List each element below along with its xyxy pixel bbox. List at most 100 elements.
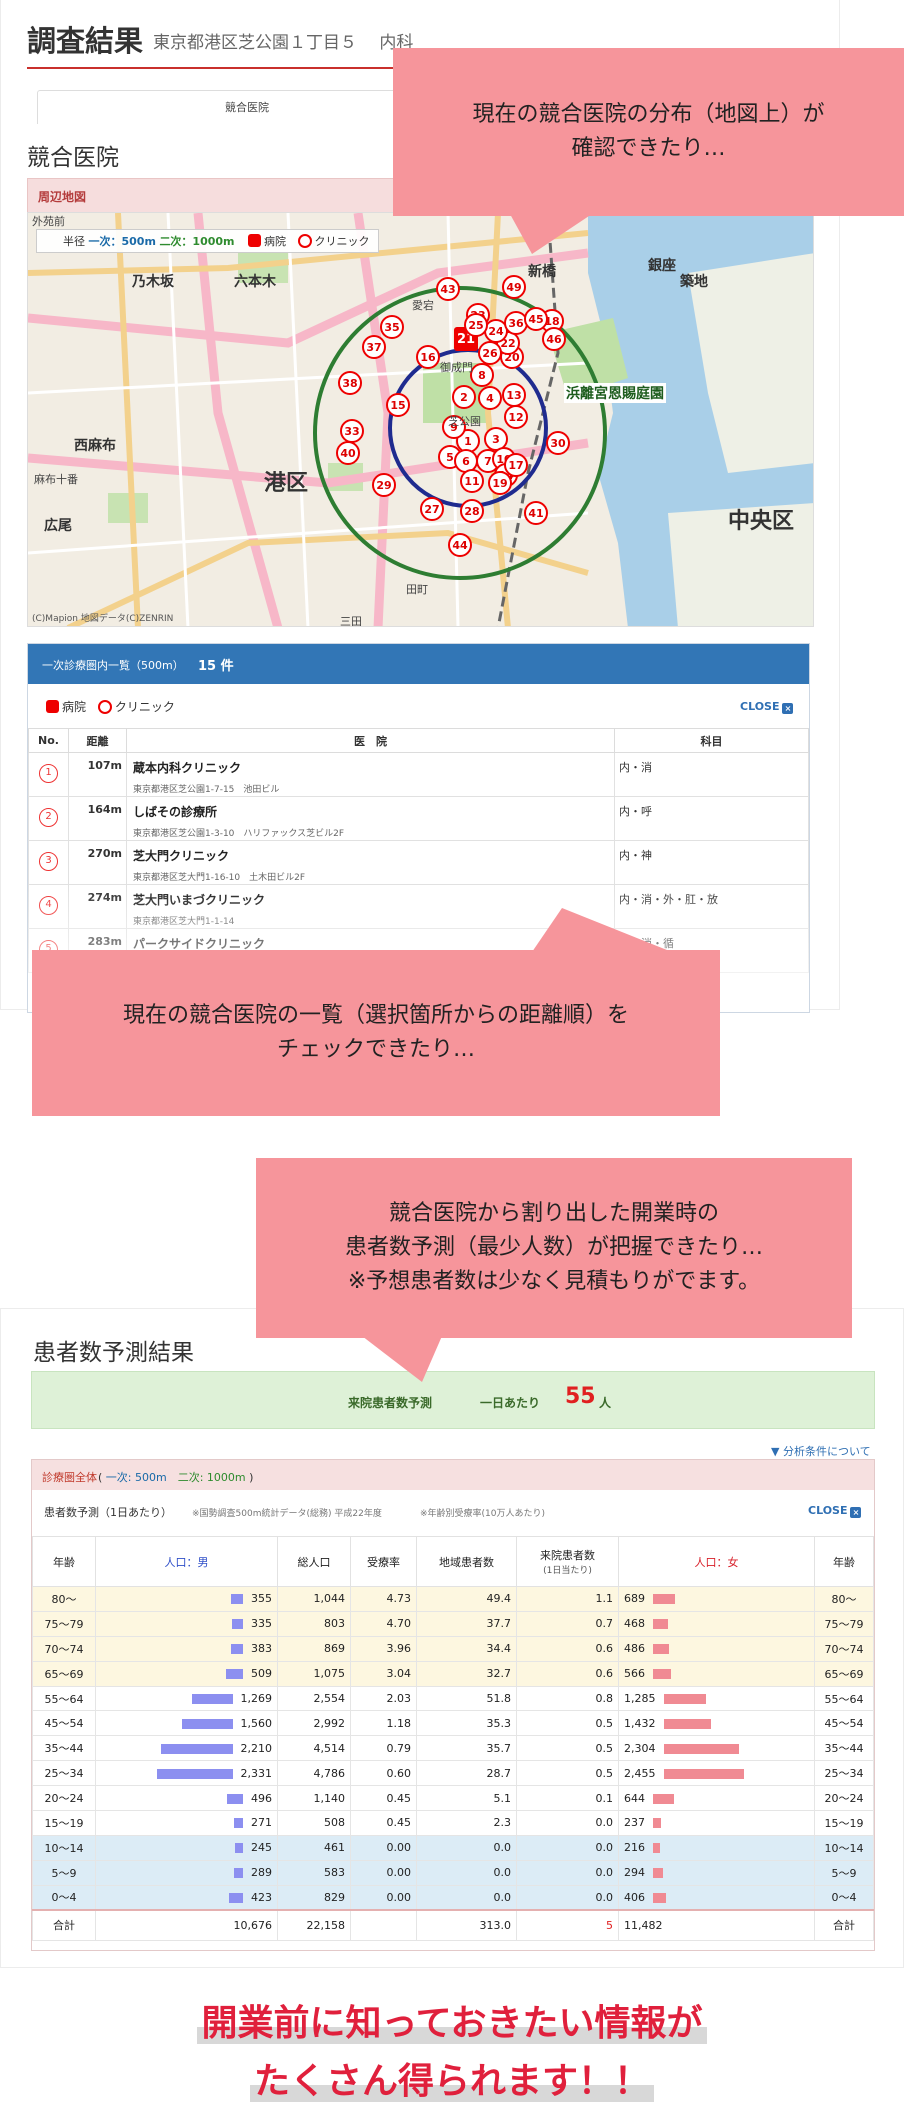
clinic-marker-45[interactable]: 45 <box>524 307 548 331</box>
clinic-marker-13[interactable]: 13 <box>502 383 526 407</box>
age-band-right: 20～24 <box>814 1785 874 1812</box>
male-population-bar <box>191 1694 233 1704</box>
clinic-marker-25[interactable]: 25 <box>464 313 488 337</box>
callout-list-tail <box>532 908 672 952</box>
clinic-marker-label: 7 <box>484 455 492 468</box>
age-band: 0～4 <box>32 1884 96 1911</box>
female-population-bar <box>663 1718 711 1729</box>
clinic-marker-27[interactable]: 27 <box>420 497 444 521</box>
list-count: 15 件 <box>198 659 234 674</box>
clinic-name[interactable]: 芝大門クリニック <box>127 847 614 864</box>
clinic-marker-40[interactable]: 40 <box>336 441 360 465</box>
table-row[interactable]: 3 270m 芝大門クリニック 東京都港区芝大門1-16-10 土木田ビル2F 内・神 <box>28 840 809 885</box>
total-local: 313.0 <box>416 1909 517 1941</box>
clinic-marker-33[interactable]: 33 <box>340 419 364 443</box>
clinic-marker-label: 19 <box>492 477 507 490</box>
hospital-square-icon <box>46 700 59 713</box>
clinic-marker-2[interactable]: 2 <box>452 385 476 409</box>
local-patients: 35.3 <box>416 1710 517 1737</box>
clinic-marker-43[interactable]: 43 <box>436 277 460 301</box>
clinic-marker-36[interactable]: 36 <box>504 311 528 335</box>
map-label-azabujuban: 麻布十番 <box>34 473 78 486</box>
clinic-dept: 内・消 <box>614 752 809 797</box>
estimate-close-button[interactable]: CLOSE × <box>808 1504 862 1518</box>
clinic-marker-38[interactable]: 38 <box>338 371 362 395</box>
callout-estimate-line1: 競合医院から割り出した開業時の <box>388 1200 719 1226</box>
clinic-marker-label: 35 <box>384 321 399 334</box>
clinic-circle-icon <box>297 234 312 248</box>
clinic-marker-17[interactable]: 17 <box>504 453 528 477</box>
clinic-number-icon: 1 <box>39 764 58 783</box>
patient-estimate-panel: 患者数予測結果 来院患者数予測 一日あたり 55 人 ▼ 分析条件について 診療… <box>0 1308 904 1968</box>
female-population: 1,432 <box>624 1716 656 1730</box>
table-row: 5～9 289 583 0.00 0.0 0.0 294 5～9 <box>32 1859 874 1886</box>
clinic-marker-19[interactable]: 19 <box>488 471 512 495</box>
clinic-marker-15[interactable]: 15 <box>386 393 410 417</box>
clinic-marker-3[interactable]: 3 <box>484 427 508 451</box>
age-band-right: 70～74 <box>814 1635 874 1662</box>
total-population: 1,044 <box>277 1586 351 1612</box>
age-band: 70～74 <box>32 1635 96 1662</box>
list-close-button[interactable]: CLOSE × <box>740 700 794 714</box>
clinic-marker-label: 29 <box>376 479 391 492</box>
female-population-bar <box>653 1892 666 1903</box>
legend-primary-radius: 一次：500m <box>88 235 156 248</box>
clinic-marker-37[interactable]: 37 <box>362 335 386 359</box>
female-population: 1,285 <box>624 1692 656 1705</box>
male-population-bar <box>160 1743 233 1754</box>
clinic-marker-35[interactable]: 35 <box>380 315 404 339</box>
map-label-hamarikyu: 浜離宮恩賜庭園 <box>564 383 666 403</box>
analysis-conditions-link[interactable]: ▼ 分析条件について <box>771 1443 871 1459</box>
clinic-marker-16[interactable]: 16 <box>416 345 440 369</box>
clinic-marker-49[interactable]: 49 <box>502 275 526 299</box>
table-row[interactable]: 2 164m しばその診療所 東京都港区芝公園1-3-10 ハリファックス芝ビル2F 内… <box>28 796 809 841</box>
clinic-name[interactable]: 蔵本内科クリニック <box>127 759 614 776</box>
male-population: 2,210 <box>240 1741 273 1755</box>
clinic-marker-label: 24 <box>488 325 504 338</box>
map-label-roppongi: 六本木 <box>234 274 276 290</box>
legend-secondary-radius: 二次：1000m <box>159 235 235 248</box>
map-label-tamachi: 田町 <box>406 583 428 596</box>
clinic-marker-26[interactable]: 26 <box>478 341 502 365</box>
title-underline <box>27 67 397 69</box>
clinic-marker-6[interactable]: 6 <box>454 449 478 473</box>
callout-map-line1: 現在の競合医院の分布（地図上）が <box>472 101 825 127</box>
table-row[interactable]: 1 107m 蔵本内科クリニック 東京都港区芝公園1-7-15 池田ビル 内・消 <box>28 752 809 797</box>
list-title: 一次診療圏内一覧（500m） <box>42 659 184 672</box>
map-section-label: 周辺地図 <box>38 190 87 204</box>
table-row: 10～14 245 461 0.00 0.0 0.0 216 10～14 <box>32 1834 874 1861</box>
clinic-marker-11[interactable]: 11 <box>460 469 484 493</box>
col-visit: 来院患者数 (1日当たり) <box>516 1536 619 1587</box>
clinic-marker-24[interactable]: 24 <box>484 319 508 343</box>
age-band: 20～24 <box>32 1785 96 1812</box>
clinic-marker-41[interactable]: 41 <box>524 501 548 525</box>
total-population: 2,992 <box>277 1710 351 1737</box>
age-band-right: 10～14 <box>814 1834 874 1861</box>
clinic-marker-46[interactable]: 46 <box>542 327 566 351</box>
male-population: 245 <box>251 1841 272 1855</box>
clinic-marker-29[interactable]: 29 <box>372 473 396 497</box>
treatment-rate: 0.45 <box>350 1785 417 1812</box>
clinic-marker-8[interactable]: 8 <box>470 363 494 387</box>
map-label-onarimon: 御成門 <box>440 361 473 374</box>
visit-patients: 0.6 <box>516 1660 619 1687</box>
clinic-marker-label: 1 <box>464 435 472 448</box>
clinic-marker-30[interactable]: 30 <box>546 431 570 455</box>
footer-line-1: 開業前に知っておきたい情報が <box>0 1994 904 2046</box>
area-map[interactable]: 1234567891011121314151617181920212223242… <box>27 212 814 627</box>
clinic-marker-44[interactable]: 44 <box>448 533 472 557</box>
male-population: 496 <box>251 1791 272 1805</box>
clinic-name[interactable]: しばその診療所 <box>127 803 614 820</box>
female-population: 689 <box>624 1592 645 1606</box>
total-population: 2,554 <box>277 1685 351 1712</box>
legend-hospital: 病院 <box>264 235 287 248</box>
clinic-marker-12[interactable]: 12 <box>504 405 528 429</box>
clinic-marker-label: 3 <box>492 433 500 446</box>
map-label-shinbashi: 新橋 <box>528 264 556 280</box>
clinic-marker-28[interactable]: 28 <box>460 499 484 523</box>
clinic-marker-label: 41 <box>528 507 543 520</box>
clinic-marker-4[interactable]: 4 <box>478 386 502 410</box>
local-patients: 28.7 <box>416 1760 517 1787</box>
age-band: 65～69 <box>32 1660 96 1687</box>
table-row: 55～64 1,269 2,554 2.03 51.8 0.8 1,285 55～64 <box>32 1685 874 1712</box>
